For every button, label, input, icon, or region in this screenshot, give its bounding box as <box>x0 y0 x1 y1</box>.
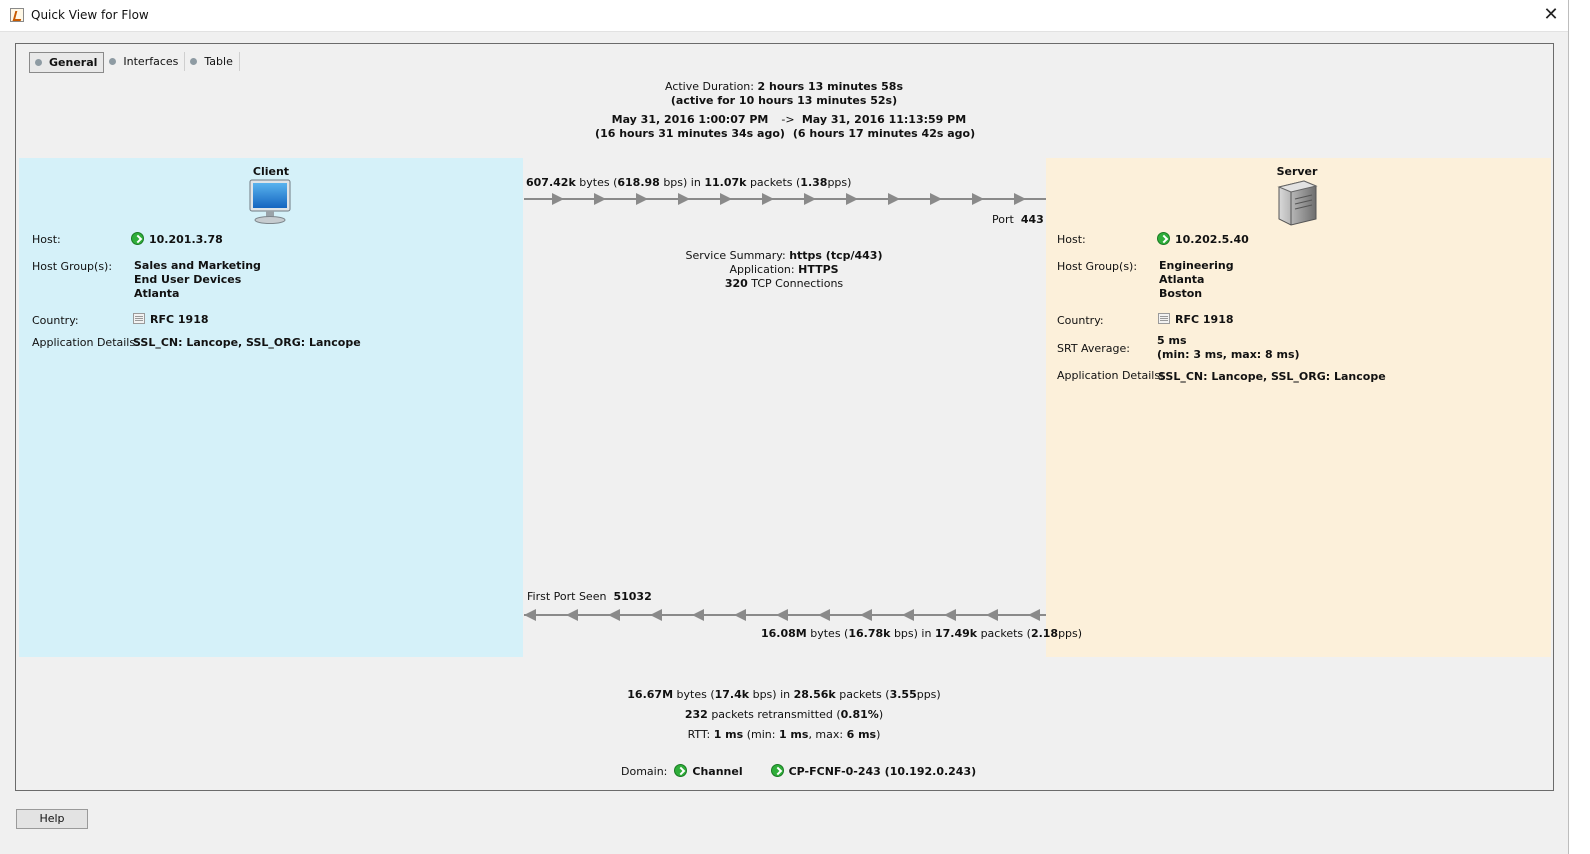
retransmitted: 232 packets retransmitted (0.81%) <box>684 708 884 721</box>
client-panel: Client Host: 10.201.3.78 Host Group(s): … <box>19 158 523 657</box>
server-to-client-traffic: 16.08M bytes (16.78k bps) in 17.49k pack… <box>761 627 1083 640</box>
host-group: Atlanta <box>134 287 180 300</box>
host-link-icon <box>1157 232 1170 245</box>
service-value: https (tcp/443) <box>789 249 883 262</box>
client-to-server-traffic: 607.42k bytes (618.98 bps) in 11.07k pac… <box>526 176 852 189</box>
window-titlebar: Quick View for Flow ✕ <box>0 0 1568 32</box>
tab-interfaces[interactable]: Interfaces <box>104 52 186 71</box>
host-group: Sales and Marketing <box>134 259 261 272</box>
active-duration: Active Duration: 2 hours 13 minutes 58s … <box>664 80 904 107</box>
private-network-icon <box>133 313 145 324</box>
tab-dot-icon <box>190 58 198 65</box>
server-country: RFC 1918 <box>1158 313 1234 327</box>
flow-end: May 31, 2016 11:13:59 PM (6 hours 17 min… <box>784 113 984 141</box>
server-panel: Server Host: 10.202.5.40 Host Group(s): … <box>1046 158 1551 657</box>
server-tower-icon <box>1277 180 1318 226</box>
start-time: May 31, 2016 1:00:07 PM <box>611 113 769 126</box>
end-ago: (6 hours 17 minutes 42s ago) <box>792 127 976 140</box>
client-host-groups-label: Host Group(s): <box>32 260 113 273</box>
server-country-label: Country: <box>1057 314 1104 327</box>
domain-label: Domain: <box>621 765 668 778</box>
background-window-edge <box>1568 0 1590 854</box>
help-button[interactable]: Help <box>16 809 88 829</box>
active-for-value: (active for 10 hours 13 minutes 52s) <box>670 94 898 107</box>
domain-row: Domain: Channel CP-FCNF-0-243 (10.192.0.… <box>621 764 976 778</box>
computer-monitor-icon <box>249 179 291 224</box>
exporter-link-icon <box>770 764 784 777</box>
server-port: Port 443 <box>992 213 1044 226</box>
client-app-details: SSL_CN: Lancope, SSL_ORG: Lancope <box>133 336 361 349</box>
tab-label: General <box>49 56 98 69</box>
tab-label: Table <box>204 55 233 68</box>
client-app-details-label: Application Details: <box>32 336 139 349</box>
window-title: Quick View for Flow <box>31 8 149 22</box>
domain-link-icon <box>674 764 688 777</box>
end-time: May 31, 2016 11:13:59 PM <box>801 113 967 126</box>
tab-dot-icon <box>35 59 42 66</box>
tab-label: Interfaces <box>123 55 179 68</box>
server-host[interactable]: 10.202.5.40 <box>1157 232 1249 247</box>
client-host[interactable]: 10.201.3.78 <box>131 232 223 247</box>
connections-count: 320 <box>724 277 748 290</box>
tab-bar: General Interfaces Table <box>29 52 240 73</box>
total-traffic: 16.67M bytes (17.4k bps) in 28.56k packe… <box>627 688 941 701</box>
tab-table[interactable]: Table <box>185 52 240 71</box>
host-group: End User Devices <box>134 273 242 286</box>
java-app-icon <box>10 8 24 22</box>
server-host-groups: Engineering Atlanta Boston <box>1159 259 1234 301</box>
server-title: Server <box>1276 165 1318 178</box>
close-icon[interactable]: ✕ <box>1538 2 1564 28</box>
first-port-seen: First Port Seen 51032 <box>527 590 652 603</box>
client-country: RFC 1918 <box>133 313 209 327</box>
client-country-label: Country: <box>32 314 79 327</box>
exporter-link[interactable]: CP-FCNF-0-243 (10.192.0.243) <box>770 764 976 778</box>
client-title: Client <box>252 165 290 178</box>
server-srt-value: 5 ms (min: 3 ms, max: 8 ms) <box>1157 334 1300 361</box>
server-host-label: Host: <box>1057 233 1086 246</box>
private-network-icon <box>1158 313 1170 324</box>
server-app-details: SSL_CN: Lancope, SSL_ORG: Lancope <box>1158 370 1386 383</box>
server-app-details-label: Application Details: <box>1057 369 1164 382</box>
server-srt-label: SRT Average: <box>1057 342 1130 355</box>
flow-start: May 31, 2016 1:00:07 PM (16 hours 31 min… <box>590 113 790 141</box>
start-ago: (16 hours 31 minutes 34s ago) <box>595 127 785 140</box>
host-group: Engineering <box>1159 259 1234 272</box>
tab-dot-icon <box>109 58 117 65</box>
service-summary: Service Summary: https (tcp/443) Applica… <box>685 249 883 290</box>
active-duration-value: 2 hours 13 minutes 58s <box>757 80 904 93</box>
tab-general[interactable]: General <box>29 52 105 73</box>
rtt: RTT: 1 ms (min: 1 ms, max: 6 ms) <box>687 728 881 741</box>
host-link-icon <box>131 232 144 245</box>
client-to-server-arrow <box>524 193 1046 205</box>
domain-link[interactable]: Channel <box>674 764 743 778</box>
host-group: Boston <box>1159 287 1203 300</box>
host-group: Atlanta <box>1159 273 1205 286</box>
client-host-groups: Sales and Marketing End User Devices Atl… <box>134 259 261 301</box>
flow-totals: 16.67M bytes (17.4k bps) in 28.56k packe… <box>534 685 1034 745</box>
server-to-client-arrow <box>524 609 1046 621</box>
client-host-label: Host: <box>32 233 61 246</box>
application-value: HTTPS <box>798 263 839 276</box>
server-host-groups-label: Host Group(s): <box>1057 260 1138 273</box>
